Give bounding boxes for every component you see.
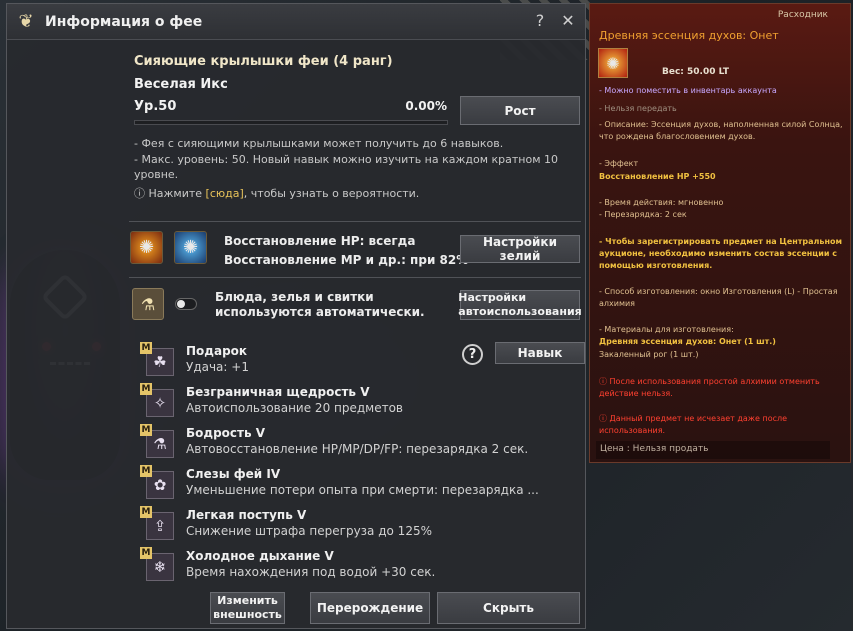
xp-percent: 0.00%: [405, 99, 447, 113]
info-text-suffix: , чтобы узнать о вероятности.: [243, 187, 420, 200]
skill-description: Автоиспользование 20 предметов: [186, 401, 403, 415]
butterfly-icon: ❦: [18, 10, 34, 32]
hp-recovery-text: Восстановление HP: всегда: [224, 234, 416, 248]
auto-use-text: Блюда, зелья и свитки используются автом…: [215, 290, 425, 319]
skill-name: Холодное дыхание V: [186, 549, 334, 563]
tooltip-no-trade: - Нельзя передать: [599, 104, 677, 113]
info-line-skills: - Фея с сияющими крылышками может получи…: [134, 137, 504, 150]
fairy-name: Сияющие крылышки феи (4 ранг): [134, 54, 393, 69]
rebirth-button[interactable]: Перерождение: [310, 592, 430, 624]
skill-icon-wrap[interactable]: M ⇪: [140, 506, 178, 540]
hide-button[interactable]: Скрыть: [437, 592, 580, 624]
divider: [129, 221, 581, 222]
skill-name: Безграничная щедрость V: [186, 385, 370, 399]
item-weight: Вес: 50.00 LT: [662, 67, 730, 77]
tooltip-material-2: Закаленный рог (1 шт.): [599, 350, 699, 359]
auto-use-toggle[interactable]: [175, 298, 197, 310]
close-button[interactable]: ✕: [559, 12, 577, 30]
info-line-probability: ⓘ Нажмите [сюда], чтобы узнать о вероятн…: [134, 186, 579, 201]
tooltip-duration: - Время действия: мгновенно: [599, 198, 724, 207]
potion-settings-button[interactable]: Настройки зелий: [460, 235, 580, 263]
growth-button[interactable]: Рост: [460, 96, 580, 125]
skill-name: Подарок: [186, 344, 248, 358]
mastery-badge: M: [140, 547, 152, 559]
tooltip-warning-not-consumed: ⓘ Данный предмет не исчезает даже после …: [599, 414, 788, 435]
divider: [129, 277, 581, 278]
tooltip-warning-irreversible: ⓘ После использования простой алхимии от…: [599, 377, 820, 398]
skill-icon-wrap[interactable]: M ⚗: [140, 424, 178, 458]
item-title: Древняя эссенция духов: Онет: [599, 29, 779, 42]
tooltip-account-storage: - Можно поместить в инвентарь аккаунта: [599, 86, 777, 95]
tooltip-effect-value: Восстановление HP +550: [599, 172, 716, 181]
skill-list: M ☘ Подарок Удача: +1 M ✧ Безграничная щедрост…: [140, 340, 580, 586]
tooltip-crafting-method: - Способ изготовления: окно Изготовления…: [599, 287, 838, 308]
mastery-badge: M: [140, 424, 152, 436]
fairy-level: Ур.50: [134, 99, 177, 114]
skill-row[interactable]: M ❄ Холодное дыхание V Время нахождения под…: [140, 545, 580, 586]
window-controls: ? ✕: [531, 12, 577, 30]
mastery-badge: M: [140, 465, 152, 477]
tooltip-description: - Описание: Эссенция духов, наполненная …: [599, 120, 843, 141]
toggle-knob: [177, 300, 185, 308]
mastery-badge: M: [140, 506, 152, 518]
auto-use-settings-button[interactable]: Настройки автоиспользования: [458, 290, 582, 320]
skill-icon-wrap[interactable]: M ☘: [140, 342, 178, 376]
skill-icon-wrap[interactable]: M ✧: [140, 383, 178, 417]
player-name: Веселая Икс: [134, 77, 228, 92]
skill-description: Уменьшение потери опыта при смерти: пере…: [186, 483, 539, 497]
tooltip-effect-label: - Эффект: [599, 159, 639, 168]
help-button[interactable]: ?: [531, 12, 549, 30]
essence-icon: ✺: [598, 48, 628, 78]
mp-potion-icon[interactable]: ✺: [174, 231, 207, 264]
item-price: Цена : Нельзя продать: [596, 441, 830, 459]
skill-row[interactable]: M ⇪ Легкая поступь V Снижение штрафа перегр…: [140, 504, 580, 545]
hp-potion-icon[interactable]: ✺: [130, 231, 163, 264]
probability-link[interactable]: [сюда]: [206, 187, 244, 200]
tooltip-material-1: Древняя эссенция духов: Онет (1 шт.): [599, 337, 776, 346]
change-appearance-button[interactable]: Изменить внешность: [210, 592, 285, 624]
skill-description: Время нахождения под водой +30 сек.: [186, 565, 436, 579]
skill-icon-wrap[interactable]: M ✿: [140, 465, 178, 499]
mastery-badge: M: [140, 383, 152, 395]
skill-icon-wrap[interactable]: M ❄: [140, 547, 178, 581]
xp-bar: [134, 120, 448, 125]
info-text-prefix: Нажмите: [145, 187, 206, 200]
info-icon: ⓘ: [134, 187, 145, 200]
skill-name: Легкая поступь V: [186, 508, 307, 522]
skill-description: Снижение штрафа перегруза до 125%: [186, 524, 432, 538]
item-category: Расходник: [777, 10, 828, 20]
tooltip-auction-note: - Чтобы зарегистрировать предмет на Цент…: [599, 237, 843, 270]
info-line-max-level: - Макс. уровень: 50. Новый навык можно и…: [134, 153, 559, 181]
skill-row[interactable]: M ☘ Подарок Удача: +1: [140, 340, 580, 381]
skill-row[interactable]: M ✿ Слезы фей IV Уменьшение потери опыта пр…: [140, 463, 580, 504]
fairy-info-window: ❦ Информация о фее ? ✕ Сияющие крылышки …: [6, 3, 586, 629]
skill-row[interactable]: M ⚗ Бодрость V Автовосстановление HP/MP/DP/…: [140, 422, 580, 463]
item-tooltip: Расходник Древняя эссенция духов: Онет ✺…: [589, 3, 851, 463]
tooltip-materials-label: - Материалы для изготовления:: [599, 325, 734, 334]
window-titlebar[interactable]: ❦ Информация о фее ? ✕: [7, 4, 585, 40]
window-title: Информация о фее: [45, 13, 203, 30]
skill-description: Автовосстановление HP/MP/DP/FP: перезаря…: [186, 442, 529, 456]
skill-name: Слезы фей IV: [186, 467, 281, 481]
auto-use-flask-icon: ⚗: [132, 288, 164, 320]
mp-recovery-text: Восстановление MP и др.: при 82%: [224, 253, 469, 267]
mastery-badge: M: [140, 342, 152, 354]
skill-name: Бодрость V: [186, 426, 266, 440]
skill-row[interactable]: M ✧ Безграничная щедрость V Автоиспользован…: [140, 381, 580, 422]
skill-description: Удача: +1: [186, 360, 249, 374]
tooltip-cooldown: - Перезарядка: 2 сек: [599, 210, 687, 219]
